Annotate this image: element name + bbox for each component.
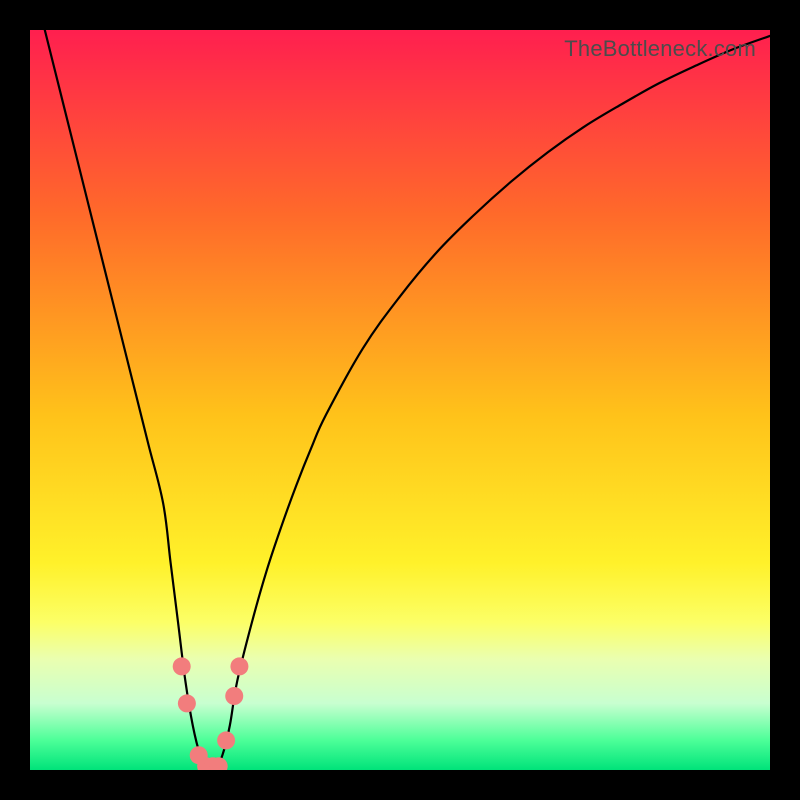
- plot-area: TheBottleneck.com: [30, 30, 770, 770]
- marker-point: [178, 694, 196, 712]
- watermark-text: TheBottleneck.com: [564, 36, 756, 62]
- data-markers: [173, 657, 249, 770]
- chart-frame: TheBottleneck.com: [0, 0, 800, 800]
- marker-point: [225, 687, 243, 705]
- marker-point: [217, 731, 235, 749]
- marker-point: [230, 657, 248, 675]
- bottleneck-curve: [30, 30, 770, 770]
- marker-point: [173, 657, 191, 675]
